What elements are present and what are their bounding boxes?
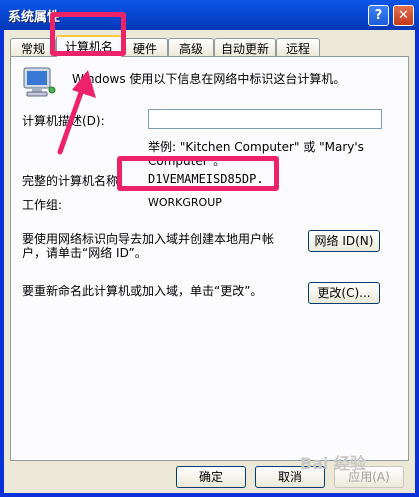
- help-button[interactable]: ?: [368, 5, 389, 26]
- ok-button[interactable]: 确定: [176, 466, 246, 488]
- network-id-instructions-line2: 户，请单击“网络 ID”。: [22, 246, 147, 260]
- tab-remote[interactable]: 远程: [276, 38, 320, 56]
- annotation-arrow-icon: [57, 70, 96, 155]
- network-id-button[interactable]: 网络 ID(N): [308, 230, 380, 252]
- tab-highlight-box: [50, 12, 126, 56]
- tab-hardware[interactable]: 硬件: [122, 38, 168, 56]
- close-button[interactable]: ✕: [393, 5, 414, 26]
- watermark: Bai 经验: [300, 454, 367, 473]
- computer-icon: [22, 66, 56, 101]
- workgroup-value: WORKGROUP: [148, 196, 222, 209]
- computer-name-highlight-box: [117, 156, 279, 191]
- rename-instructions: 要重新命名此计算机或加入域，单击“更改”。: [22, 284, 263, 298]
- full-computer-name-label: 完整的计算机名称:: [22, 174, 123, 188]
- change-button[interactable]: 更改(C)...: [308, 282, 380, 304]
- tab-advanced[interactable]: 高级: [168, 38, 214, 56]
- tab-automatic-updates[interactable]: 自动更新: [214, 38, 276, 56]
- workgroup-label: 工作组:: [22, 198, 63, 212]
- computer-description-input[interactable]: [148, 109, 382, 129]
- intro-text: Windows 使用以下信息在网络中标识这台计算机。: [72, 72, 346, 86]
- system-properties-window: 系统属性 ? ✕ 常规 计算机名 硬件 高级 自动更新 远程 Windows 使…: [0, 0, 419, 497]
